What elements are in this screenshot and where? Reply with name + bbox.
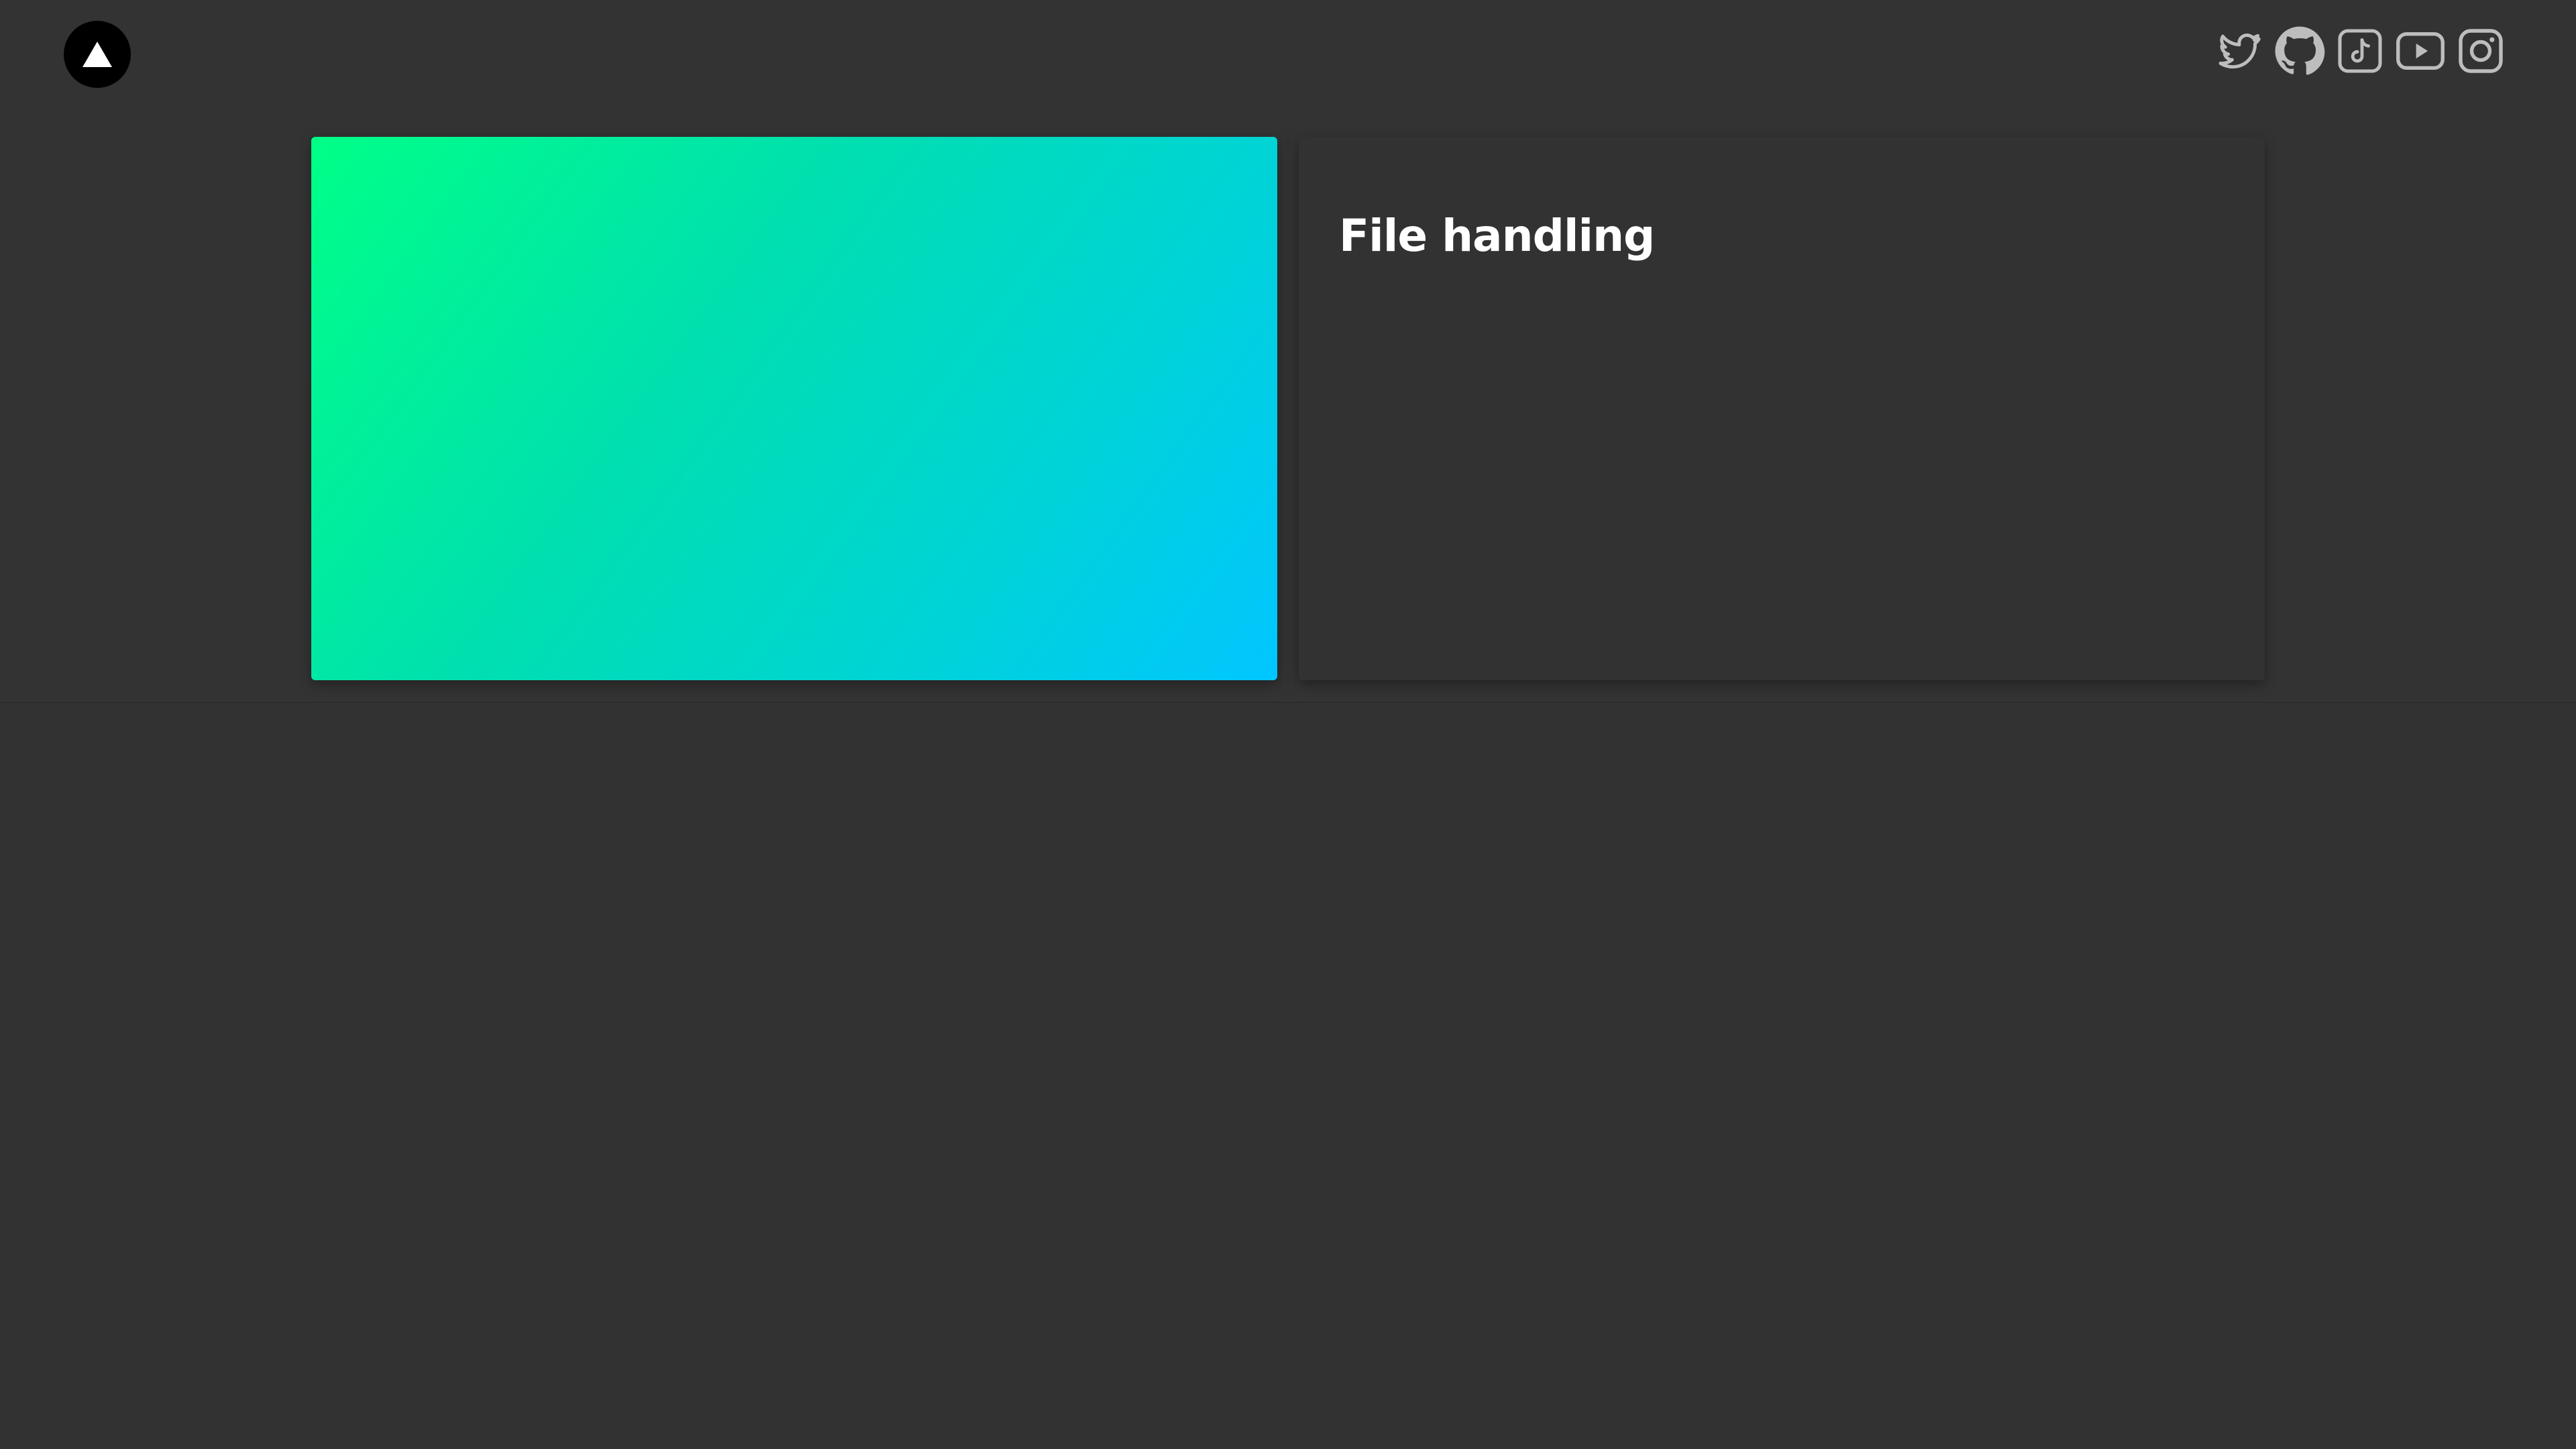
twitter-icon (2218, 34, 2261, 69)
home-logo-link[interactable] (64, 21, 131, 88)
header (0, 0, 2576, 114)
github-icon (2275, 26, 2325, 75)
page: File handling (0, 0, 2576, 1449)
social-links (2214, 23, 2506, 78)
github-link[interactable] (2274, 23, 2325, 78)
project-info-card: File handling (1299, 137, 2265, 680)
twitter-link[interactable] (2214, 23, 2265, 78)
tiktok-icon (2338, 29, 2382, 73)
youtube-link[interactable] (2395, 23, 2446, 78)
triangle-logo-icon (83, 42, 112, 67)
project-image-card[interactable] (311, 137, 1277, 680)
instagram-link[interactable] (2455, 23, 2506, 78)
instagram-icon (2459, 29, 2503, 73)
tiktok-link[interactable] (2334, 23, 2385, 78)
youtube-icon (2396, 32, 2445, 70)
project-title: File handling (1339, 210, 1655, 262)
project-section: File handling (311, 137, 2265, 680)
